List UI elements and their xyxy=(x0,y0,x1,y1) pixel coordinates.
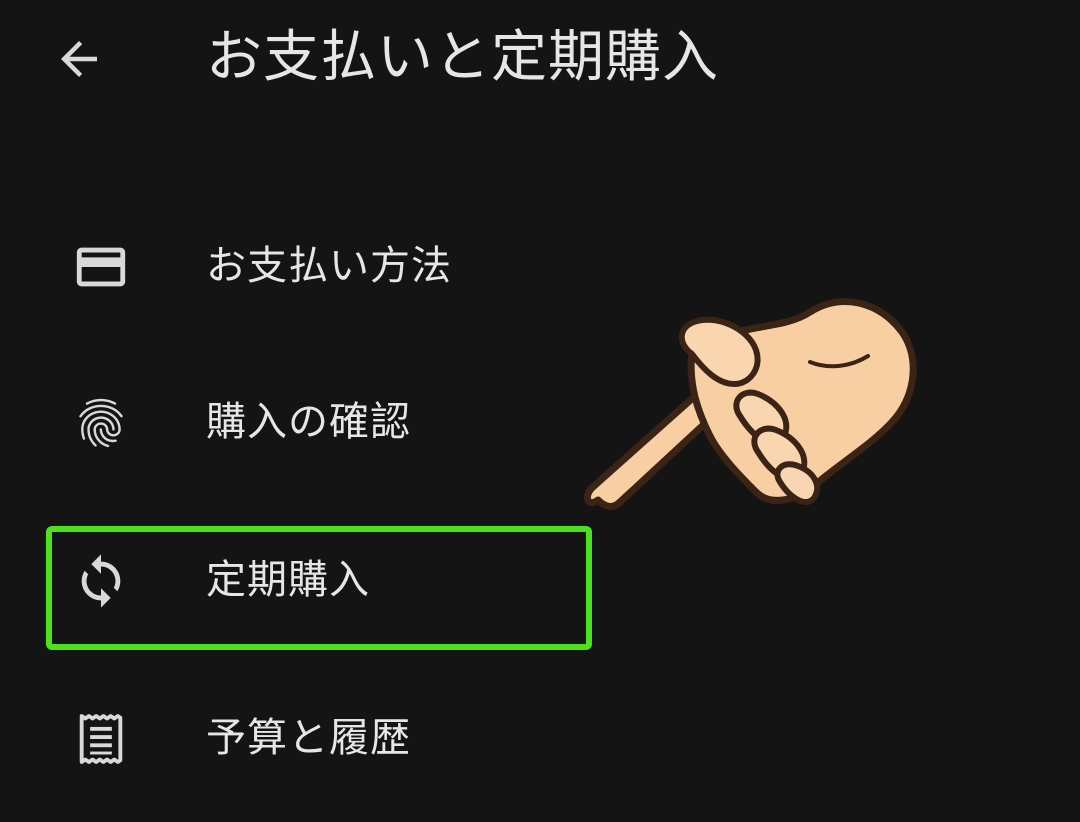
receipt-icon xyxy=(72,710,130,768)
arrow-left-icon xyxy=(61,41,97,77)
fingerprint-icon xyxy=(72,394,130,452)
menu-item-purchase-verification[interactable]: 購入の確認 xyxy=(52,368,582,472)
menu-item-label: お支払い方法 xyxy=(206,243,452,289)
menu-item-label: 購入の確認 xyxy=(206,399,411,445)
top-app-bar: お支払いと定期購入 xyxy=(0,0,1080,120)
credit-card-icon xyxy=(72,238,130,296)
menu-item-subscriptions[interactable]: 定期購入 xyxy=(52,526,582,630)
menu-item-label: 予算と履歴 xyxy=(206,715,411,761)
menu-item-label: 定期購入 xyxy=(206,557,370,603)
sync-icon xyxy=(72,552,130,610)
back-button[interactable] xyxy=(44,24,114,94)
page-title: お支払いと定期購入 xyxy=(206,25,719,90)
menu-item-payment-methods[interactable]: お支払い方法 xyxy=(52,212,582,316)
pointing-hand-icon xyxy=(583,298,917,510)
menu-item-budget-history[interactable]: 予算と履歴 xyxy=(52,684,582,788)
